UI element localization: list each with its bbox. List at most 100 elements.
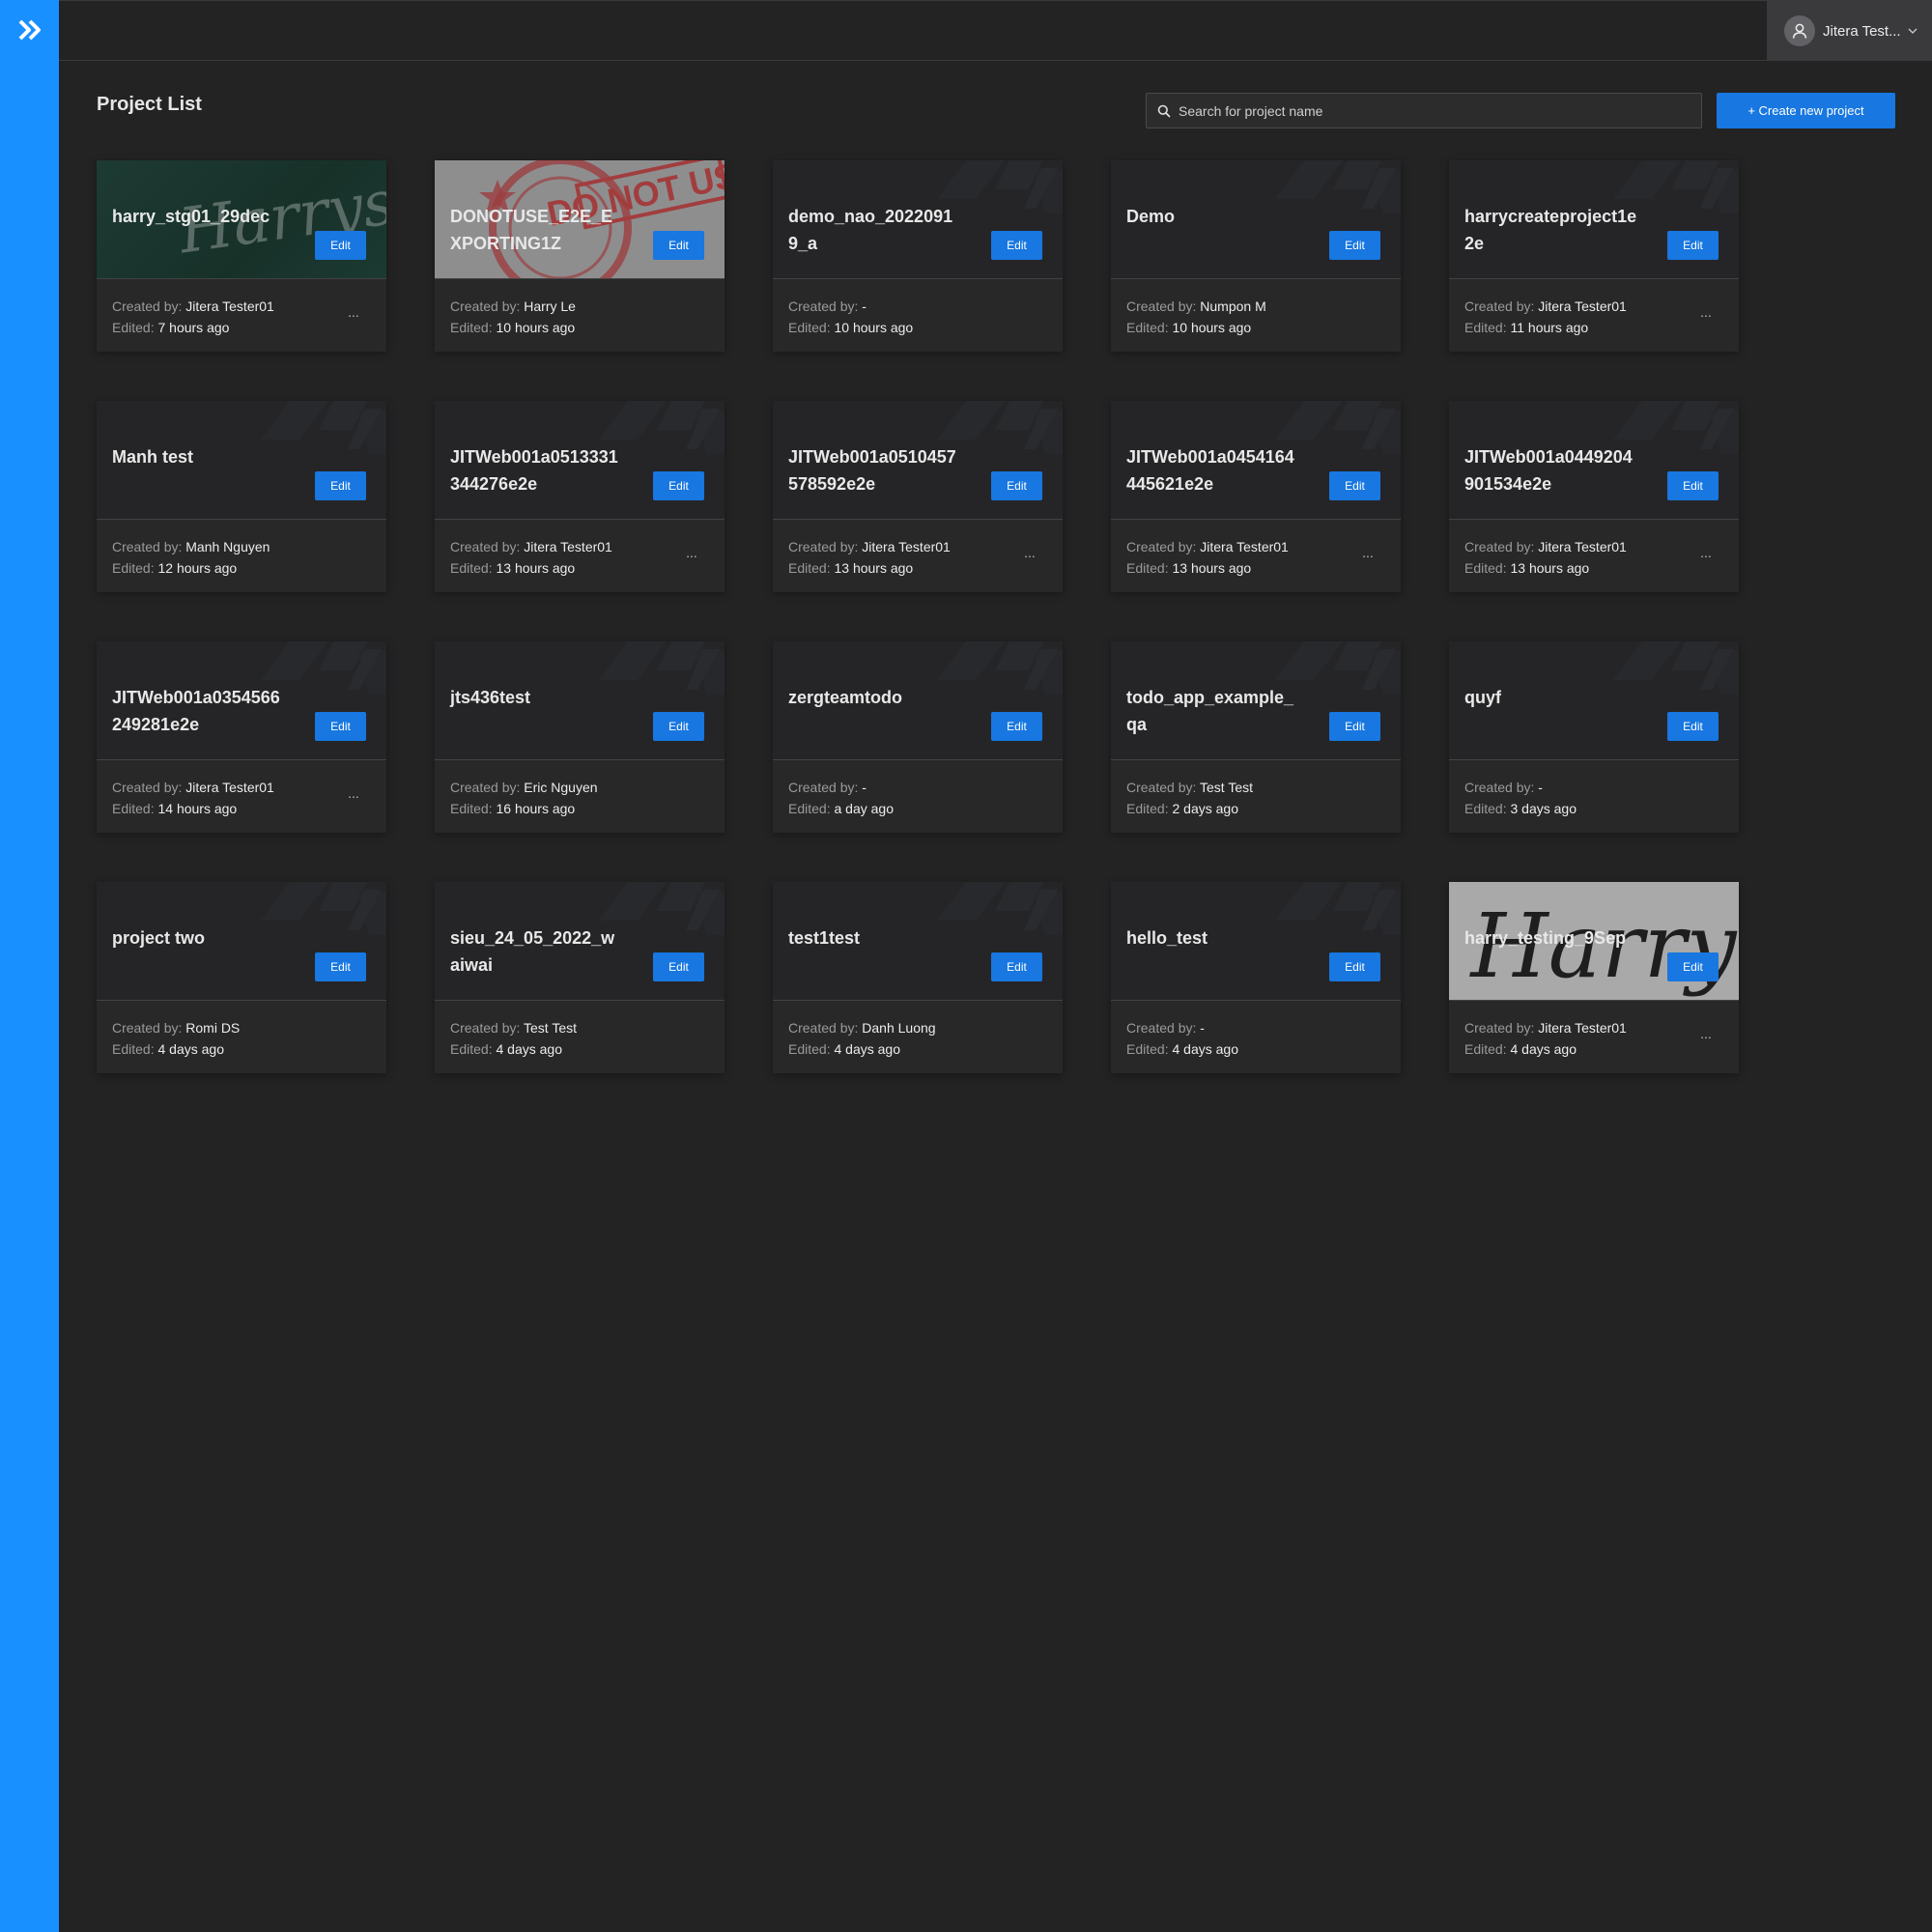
top-bar: Jitera Test... xyxy=(59,0,1932,61)
edit-button[interactable]: Edit xyxy=(1329,952,1380,981)
edit-button[interactable]: Edit xyxy=(991,231,1042,260)
created-by-value: Eric Nguyen xyxy=(524,780,598,795)
edit-button[interactable]: Edit xyxy=(315,712,366,741)
edited-value: 4 days ago xyxy=(157,1041,224,1057)
project-card[interactable]: project two Edit Created by: Romi DS Edited… xyxy=(97,882,386,1073)
edited-row: Edited: 4 days ago xyxy=(1126,1038,1238,1060)
project-name: hello_test xyxy=(1126,928,1208,948)
edit-button[interactable]: Edit xyxy=(991,471,1042,500)
edit-button[interactable]: Edit xyxy=(1329,231,1380,260)
more-options-icon[interactable]: ... xyxy=(1356,546,1379,565)
search-input[interactable] xyxy=(1177,101,1683,120)
edited-row: Edited: 12 hours ago xyxy=(112,557,270,579)
edit-button[interactable]: Edit xyxy=(653,471,704,500)
edit-button[interactable]: Edit xyxy=(991,952,1042,981)
user-menu[interactable]: Jitera Test... xyxy=(1767,1,1932,61)
created-by-label: Created by: xyxy=(1464,1020,1535,1036)
edited-value: 3 days ago xyxy=(1510,801,1577,816)
edit-button[interactable]: Edit xyxy=(653,231,704,260)
edit-button[interactable]: Edit xyxy=(315,471,366,500)
created-by-value: Jitera Tester01 xyxy=(524,539,612,554)
project-card[interactable]: hello_test Edit Created by: - Edited: 4 day… xyxy=(1111,882,1401,1073)
edited-row: Edited: 10 hours ago xyxy=(450,317,576,338)
project-card[interactable]: JITWeb001a0454164445621e2e Edit Created by… xyxy=(1111,401,1401,592)
more-options-icon[interactable]: ... xyxy=(1694,1027,1718,1046)
project-name: Manh test xyxy=(112,447,194,467)
created-by-label: Created by: xyxy=(788,780,859,795)
edited-label: Edited: xyxy=(788,320,831,335)
more-options-icon[interactable]: ... xyxy=(1694,546,1718,565)
project-name: zergteamtodo xyxy=(788,688,903,707)
edit-button[interactable]: Edit xyxy=(653,952,704,981)
edit-button[interactable]: Edit xyxy=(653,712,704,741)
project-name: harry_stg01_29dec xyxy=(112,207,270,226)
edited-row: Edited: 2 days ago xyxy=(1126,798,1253,819)
more-options-icon[interactable]: ... xyxy=(1018,546,1041,565)
project-card[interactable]: JITWeb001a0510457578592e2e Edit Created by… xyxy=(773,401,1063,592)
more-options-icon[interactable]: ... xyxy=(342,786,365,806)
edit-button[interactable]: Edit xyxy=(1667,231,1719,260)
edited-value: 13 hours ago xyxy=(1172,560,1252,576)
project-card[interactable]: Manh test Edit Created by: Manh Nguyen Edit… xyxy=(97,401,386,592)
project-card[interactable]: Harrys harry_stg01_29dec Edit Created by: J… xyxy=(97,160,386,352)
create-project-button[interactable]: + Create new project xyxy=(1717,93,1895,128)
card-meta: Created by: Test Test Edited: 4 days ago xyxy=(450,1017,577,1060)
project-name: DONOTUSE_E2E_EXPORTING1Z xyxy=(450,207,613,253)
card-meta: Created by: Jitera Tester01 Edited: 13 ho… xyxy=(450,536,612,579)
card-header: Demo Edit xyxy=(1111,160,1401,279)
edited-row: Edited: 3 days ago xyxy=(1464,798,1577,819)
project-card[interactable]: jts436test Edit Created by: Eric Nguyen Edi… xyxy=(435,641,724,833)
project-card[interactable]: JITWeb001a0513331344276e2e Edit Created by… xyxy=(435,401,724,592)
edited-value: 13 hours ago xyxy=(1510,560,1590,576)
project-card[interactable]: zergteamtodo Edit Created by: - Edited: a d… xyxy=(773,641,1063,833)
card-meta: Created by: - Edited: 10 hours ago xyxy=(788,296,913,338)
edited-value: 10 hours ago xyxy=(1172,320,1252,335)
edited-label: Edited: xyxy=(788,1041,831,1057)
created-by-row: Created by: Numpon M xyxy=(1126,296,1266,317)
project-card[interactable]: todo_app_example_qa Edit Created by: Test … xyxy=(1111,641,1401,833)
project-card[interactable]: Demo Edit Created by: Numpon M Edited: 10 h… xyxy=(1111,160,1401,352)
edited-label: Edited: xyxy=(450,560,493,576)
project-card[interactable]: sieu_24_05_2022_waiwai Edit Created by: Te… xyxy=(435,882,724,1073)
created-by-value: - xyxy=(862,780,867,795)
project-name: Demo xyxy=(1126,207,1176,226)
project-card[interactable]: demo_nao_20220919_a Edit Created by: - Edit… xyxy=(773,160,1063,352)
card-header: DO NOT USE DONOTUSE_E2E_EXPORTING1Z Edit xyxy=(435,160,724,279)
card-meta: Created by: - Edited: 3 days ago xyxy=(1464,777,1577,819)
card-header: JITWeb001a0513331344276e2e Edit xyxy=(435,401,724,520)
created-by-label: Created by: xyxy=(1464,539,1535,554)
card-meta: Created by: Jitera Tester01 Edited: 4 day… xyxy=(1464,1017,1627,1060)
card-header: project two Edit xyxy=(97,882,386,1001)
project-card[interactable]: Harry harry_testing_9Sep Edit Created by: J… xyxy=(1449,882,1739,1073)
edit-button[interactable]: Edit xyxy=(1329,471,1380,500)
created-by-label: Created by: xyxy=(1464,780,1535,795)
project-card[interactable]: JITWeb001a0354566249281e2e Edit Created by… xyxy=(97,641,386,833)
edit-button[interactable]: Edit xyxy=(991,712,1042,741)
project-card[interactable]: quyf Edit Created by: - Edited: 3 days ago xyxy=(1449,641,1739,833)
user-name: Jitera Test... xyxy=(1823,22,1901,40)
more-options-icon[interactable]: ... xyxy=(342,305,365,325)
created-by-value: Jitera Tester01 xyxy=(185,298,274,314)
expand-sidebar-icon[interactable] xyxy=(15,17,44,43)
edit-button[interactable]: Edit xyxy=(1329,712,1380,741)
edited-value: 4 days ago xyxy=(1172,1041,1238,1057)
more-options-icon[interactable]: ... xyxy=(680,546,703,565)
created-by-row: Created by: Harry Le xyxy=(450,296,576,317)
card-meta: Created by: Numpon M Edited: 10 hours ago xyxy=(1126,296,1266,338)
project-card[interactable]: JITWeb001a0449204901534e2e Edit Created by… xyxy=(1449,401,1739,592)
card-meta: Created by: Jitera Tester01 Edited: 13 ho… xyxy=(788,536,951,579)
more-options-icon[interactable]: ... xyxy=(1694,305,1718,325)
edited-value: 4 days ago xyxy=(834,1041,900,1057)
project-card[interactable]: test1test Edit Created by: Danh Luong Edite… xyxy=(773,882,1063,1073)
edit-button[interactable]: Edit xyxy=(315,231,366,260)
edited-label: Edited: xyxy=(112,320,155,335)
edited-label: Edited: xyxy=(788,560,831,576)
project-card[interactable]: DO NOT USE DONOTUSE_E2E_EXPORTING1Z Edit Cr… xyxy=(435,160,724,352)
edit-button[interactable]: Edit xyxy=(1667,952,1719,981)
edit-button[interactable]: Edit xyxy=(1667,471,1719,500)
edited-label: Edited: xyxy=(1126,1041,1169,1057)
edit-button[interactable]: Edit xyxy=(1667,712,1719,741)
edit-button[interactable]: Edit xyxy=(315,952,366,981)
card-header: hello_test Edit xyxy=(1111,882,1401,1001)
project-card[interactable]: harrycreateproject1e2e Edit Created by: Ji… xyxy=(1449,160,1739,352)
